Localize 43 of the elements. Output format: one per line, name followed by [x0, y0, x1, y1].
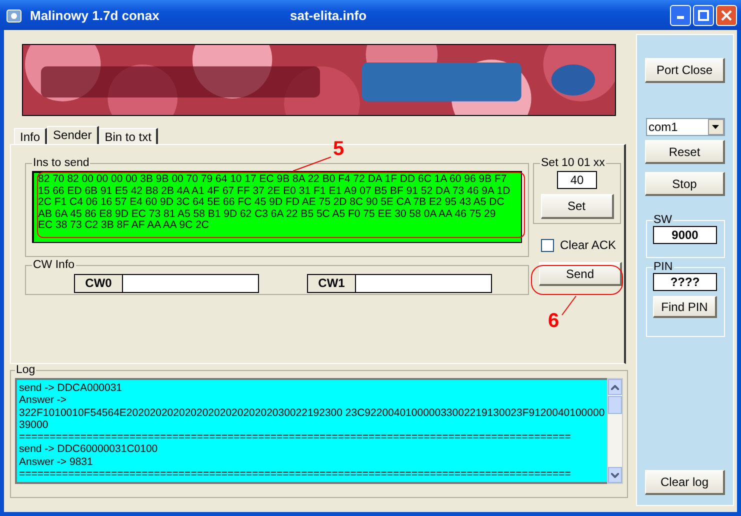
cw-field[interactable]: CW1 — [307, 274, 492, 293]
close-button[interactable] — [716, 4, 737, 26]
group-label: PIN — [652, 261, 674, 273]
annotation-number: 5 — [333, 139, 344, 159]
scrollbar-thumb[interactable] — [608, 396, 622, 414]
log-text-area[interactable]: send -> DDCA000031 Answer -> 322F1010010F54564E2020202020202020202020202030022192300 23C922004010000033002219130023F9120040100000 39000 ========================================================================================== send -> DDC60000031C0100 Answer -> 9831 ========================================================================================== — [15, 378, 607, 484]
checkbox-label: Clear ACK — [560, 238, 616, 252]
clear-log-button[interactable]: Clear log — [645, 470, 725, 495]
scroll-up-button[interactable] — [608, 379, 622, 395]
port-close-button[interactable]: Port Close — [645, 58, 725, 83]
checkbox[interactable] — [541, 238, 554, 252]
reset-button[interactable]: Reset — [645, 140, 725, 164]
maximize-icon — [698, 10, 709, 20]
sw-value: 9000 — [653, 226, 717, 244]
send-button[interactable]: Send — [539, 262, 622, 286]
close-icon — [721, 10, 732, 20]
hex-text-area[interactable]: 82 70 82 00 00 00 00 3B 9B 00 70 79 64 10 17 EC 9B 8A 22 B0 F4 72 DA 1F DD 6C 1A 60 96 9B F7 15 66 ED 6B 91 E5 42 B8 2B 4A A1 4F 67 FF 37 2E E0 31 F1 E1 A9 07 B5 BF 91 52 DA 73 46 9A 1D 2C F1 C4 06 16 57 E4 60 9D 3C 64 5E 66 FC 45 9D FD AE 75 2D 8C 90 5E CA 7B E2 95 43 A5 DC AB 6A 45 86 E8 9D EC 73 81 A5 58 B1 9D 62 C3 6A 22 B5 5C A5 F0 75 EE 30 58 0A AA 46 75 29 EC 38 73 C2 3B 8F AF AA AA 9C 2C — [32, 171, 522, 243]
pin-value: ???? — [653, 273, 717, 291]
value-field[interactable]: 40 — [557, 171, 597, 189]
stop-button[interactable]: Stop — [645, 172, 725, 196]
set-button[interactable]: Set — [540, 194, 614, 219]
leader-line — [293, 157, 331, 171]
group-label: Log — [15, 364, 36, 376]
window-title: Malinowy 1.7d conax — [30, 8, 160, 22]
port-select[interactable]: com1 — [646, 118, 724, 136]
maximize-button[interactable] — [693, 4, 714, 26]
tab[interactable]: Bin to txt — [98, 128, 158, 144]
tab[interactable]: Info — [14, 128, 48, 144]
tab[interactable]: Sender — [47, 126, 99, 144]
group-label: SW — [652, 214, 674, 226]
app-icon — [6, 7, 22, 23]
group-label: Set 10 01 xx — [540, 157, 606, 169]
annotation-number: 6 — [548, 311, 560, 331]
group-label: CW Info — [32, 259, 76, 271]
window-subtitle: sat-elita.info — [290, 8, 368, 22]
dropdown-arrow-icon — [712, 125, 719, 129]
minimize-button[interactable] — [670, 4, 691, 26]
scrollbar[interactable] — [607, 378, 623, 484]
leader-line — [562, 296, 576, 315]
find-pin-button[interactable]: Find PIN — [653, 296, 717, 318]
scroll-down-button[interactable] — [608, 467, 622, 484]
group-label: Ins to send — [32, 157, 90, 169]
cw-field[interactable]: CW0 — [74, 274, 259, 293]
